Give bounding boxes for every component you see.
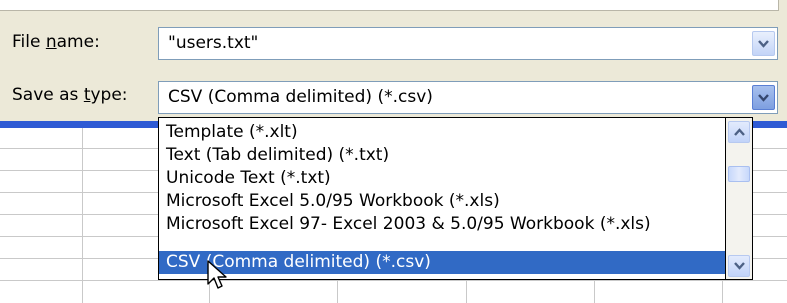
mouse-pointer-icon bbox=[207, 260, 227, 289]
list-item-selected[interactable]: CSV (Comma delimited) (*.csv) bbox=[159, 251, 725, 274]
chevron-down-icon bbox=[758, 93, 769, 102]
save-as-dialog: File name: "users.txt" Save as type: CSV… bbox=[0, 0, 787, 128]
chevron-down-icon bbox=[733, 262, 745, 270]
scroll-thumb[interactable] bbox=[728, 166, 750, 182]
scroll-down-button[interactable] bbox=[728, 255, 750, 277]
save-as-type-label: Save as type: bbox=[12, 85, 128, 105]
dialog-top-strip bbox=[0, 0, 779, 11]
chevron-up-icon bbox=[733, 128, 745, 136]
file-name-combobox[interactable]: "users.txt" bbox=[158, 27, 778, 60]
list-scrollbar[interactable] bbox=[726, 117, 753, 280]
list-item[interactable]: Text (Tab delimited) (*.txt) bbox=[159, 144, 725, 167]
file-name-value: "users.txt" bbox=[168, 33, 259, 53]
scroll-up-button[interactable] bbox=[728, 121, 750, 143]
chevron-down-icon bbox=[758, 39, 769, 48]
file-type-list[interactable]: Template (*.xlt) Text (Tab delimited) (*… bbox=[158, 117, 726, 280]
list-item[interactable]: Microsoft Excel 97- Excel 2003 & 5.0/95 … bbox=[159, 213, 725, 236]
save-as-type-combobox[interactable]: CSV (Comma delimited) (*.csv) bbox=[158, 81, 778, 114]
file-name-label: File name: bbox=[12, 32, 100, 52]
save-as-type-value: CSV (Comma delimited) (*.csv) bbox=[168, 87, 433, 107]
save-as-type-dropdown-button[interactable] bbox=[752, 85, 775, 110]
file-name-dropdown-button[interactable] bbox=[752, 31, 775, 56]
list-item[interactable]: Unicode Text (*.txt) bbox=[159, 167, 725, 190]
list-item[interactable]: Microsoft Excel 5.0/95 Workbook (*.xls) bbox=[159, 190, 725, 213]
list-item[interactable]: Template (*.xlt) bbox=[159, 121, 725, 144]
